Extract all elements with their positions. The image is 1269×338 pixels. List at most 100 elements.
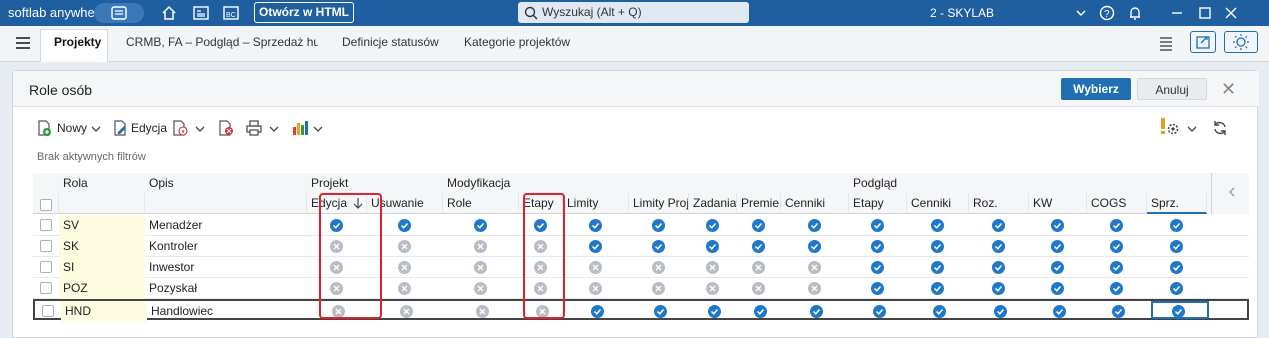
cell-rola[interactable]: POZ bbox=[59, 278, 145, 299]
bc-icon[interactable]: BC bbox=[222, 4, 240, 22]
check-icon[interactable] bbox=[1112, 305, 1125, 318]
settings-warning-icon[interactable] bbox=[1159, 117, 1179, 135]
cross-icon[interactable] bbox=[398, 240, 411, 253]
cell-opis[interactable]: Menadżer bbox=[145, 215, 307, 236]
check-icon[interactable] bbox=[1170, 261, 1183, 274]
tab-definicje-statusow[interactable]: Definicje statusów bbox=[342, 35, 439, 49]
table-row[interactable]: SV Menadżer bbox=[33, 215, 1249, 236]
focused-cell[interactable] bbox=[1151, 301, 1209, 319]
cross-icon[interactable] bbox=[474, 240, 487, 253]
check-icon[interactable] bbox=[1110, 219, 1123, 232]
chevron-down-icon[interactable] bbox=[1185, 119, 1203, 137]
check-icon[interactable] bbox=[931, 282, 944, 295]
edit-icon[interactable] bbox=[111, 119, 129, 137]
chart-icon[interactable] bbox=[291, 119, 309, 137]
check-icon[interactable] bbox=[1051, 219, 1064, 232]
check-icon[interactable] bbox=[1051, 282, 1064, 295]
check-icon[interactable] bbox=[652, 219, 665, 232]
chevron-down-icon[interactable] bbox=[193, 119, 211, 137]
check-icon[interactable] bbox=[873, 305, 886, 318]
check-icon[interactable] bbox=[992, 261, 1005, 274]
cell-opis[interactable]: Kontroler bbox=[145, 236, 307, 257]
check-icon[interactable] bbox=[589, 219, 602, 232]
check-icon[interactable] bbox=[871, 261, 884, 274]
col-kw[interactable]: KW bbox=[1029, 193, 1087, 214]
tab-crmb-podglad[interactable]: CRMB, FA – Podgląd – Sprzedaż hurto bbox=[126, 35, 318, 49]
check-icon[interactable] bbox=[398, 219, 411, 232]
select-button[interactable]: Wybierz bbox=[1061, 78, 1131, 100]
check-icon[interactable] bbox=[1110, 261, 1123, 274]
table-row[interactable]: SK Kontroler bbox=[33, 236, 1249, 257]
list-settings-icon[interactable] bbox=[1158, 34, 1176, 52]
check-icon[interactable] bbox=[871, 219, 884, 232]
check-icon[interactable] bbox=[808, 240, 821, 253]
maximize-icon[interactable] bbox=[1196, 4, 1214, 22]
check-icon[interactable] bbox=[1051, 240, 1064, 253]
row-checkbox[interactable] bbox=[40, 219, 52, 231]
home-icon[interactable] bbox=[160, 4, 178, 22]
col-etapy-podglad[interactable]: Etapy bbox=[849, 193, 907, 214]
cell-rola[interactable]: SK bbox=[59, 236, 145, 257]
new-button[interactable]: Nowy bbox=[57, 121, 87, 135]
bell-icon[interactable] bbox=[1126, 4, 1144, 22]
check-icon[interactable] bbox=[1051, 261, 1064, 274]
cross-icon[interactable] bbox=[752, 261, 765, 274]
cell-rola[interactable]: SI bbox=[59, 257, 145, 278]
tab-projekty[interactable]: Projekty bbox=[54, 35, 101, 49]
chevron-down-icon[interactable] bbox=[311, 119, 329, 137]
col-premie[interactable]: Premie bbox=[737, 193, 781, 214]
close-window-icon[interactable] bbox=[1222, 4, 1240, 22]
check-icon[interactable] bbox=[931, 240, 944, 253]
check-icon[interactable] bbox=[652, 240, 665, 253]
cross-icon[interactable] bbox=[476, 305, 489, 318]
refresh-icon[interactable] bbox=[1211, 119, 1229, 137]
check-icon[interactable] bbox=[1110, 240, 1123, 253]
cell-opis[interactable]: Inwestor bbox=[145, 257, 307, 278]
table-row[interactable]: HND Handlowiec bbox=[33, 299, 1249, 322]
cross-icon[interactable] bbox=[398, 261, 411, 274]
check-icon[interactable] bbox=[1170, 282, 1183, 295]
table-row[interactable]: POZ Pozyskał bbox=[33, 278, 1249, 299]
col-rola[interactable]: Rola bbox=[59, 173, 88, 193]
cross-icon[interactable] bbox=[808, 261, 821, 274]
check-icon[interactable] bbox=[1170, 240, 1183, 253]
check-icon[interactable] bbox=[931, 219, 944, 232]
check-icon[interactable] bbox=[992, 240, 1005, 253]
cross-icon[interactable] bbox=[652, 261, 665, 274]
info-document-icon[interactable] bbox=[171, 119, 189, 137]
check-icon[interactable] bbox=[706, 240, 719, 253]
check-icon[interactable] bbox=[1110, 282, 1123, 295]
chevron-down-icon[interactable] bbox=[89, 119, 107, 137]
check-icon[interactable] bbox=[474, 219, 487, 232]
theme-icon[interactable] bbox=[1224, 31, 1258, 53]
select-all-checkbox[interactable] bbox=[40, 199, 52, 211]
row-checkbox[interactable] bbox=[42, 305, 54, 317]
print-icon[interactable] bbox=[245, 119, 263, 137]
chevron-down-icon[interactable] bbox=[267, 119, 285, 137]
check-icon[interactable] bbox=[992, 219, 1005, 232]
col-cenniki-podglad[interactable]: Cenniki bbox=[907, 193, 969, 214]
hamburger-menu-icon[interactable] bbox=[14, 34, 32, 52]
col-opis[interactable]: Opis bbox=[145, 173, 174, 193]
cross-icon[interactable] bbox=[400, 305, 413, 318]
check-icon[interactable] bbox=[654, 305, 667, 318]
tab-kategorie-projektow[interactable]: Kategorie projektów bbox=[464, 35, 570, 49]
check-icon[interactable] bbox=[708, 305, 721, 318]
cross-icon[interactable] bbox=[652, 282, 665, 295]
check-icon[interactable] bbox=[810, 305, 823, 318]
share-icon[interactable] bbox=[1190, 31, 1216, 53]
check-icon[interactable] bbox=[591, 305, 604, 318]
row-checkbox[interactable] bbox=[40, 261, 52, 273]
cancel-button[interactable]: Anuluj bbox=[1137, 78, 1207, 100]
workspaces-button[interactable] bbox=[94, 3, 144, 23]
cross-icon[interactable] bbox=[752, 282, 765, 295]
grid-scroll-area[interactable] bbox=[1211, 173, 1249, 214]
help-icon[interactable]: ? bbox=[1098, 4, 1116, 22]
col-limity[interactable]: Limity bbox=[563, 193, 629, 214]
check-icon[interactable] bbox=[933, 305, 946, 318]
row-checkbox[interactable] bbox=[40, 282, 52, 294]
col-cogs[interactable]: COGS bbox=[1087, 193, 1147, 214]
col-limity-projektu[interactable]: Limity Projektu bbox=[629, 193, 689, 214]
new-document-icon[interactable] bbox=[35, 119, 53, 137]
col-cenniki-mod[interactable]: Cenniki bbox=[781, 193, 849, 214]
